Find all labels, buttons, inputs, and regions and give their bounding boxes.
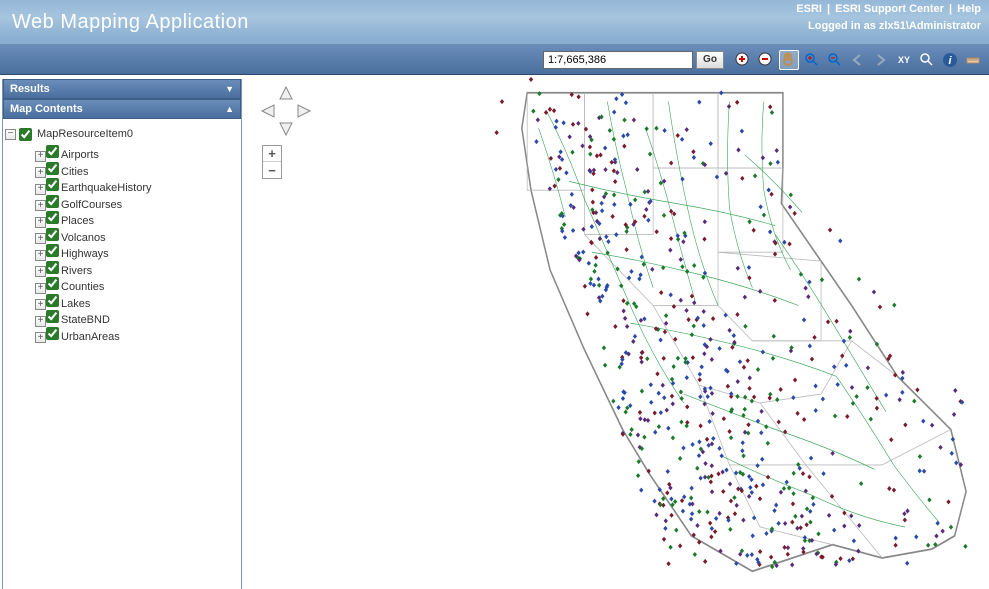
- login-status: Logged in as zlx51\Administrator: [808, 20, 981, 32]
- contents-panel-header[interactable]: Map Contents ▲: [3, 99, 241, 119]
- layer-label[interactable]: Highways: [61, 248, 109, 260]
- layer-label[interactable]: Counties: [61, 281, 104, 293]
- layer-checkbox[interactable]: [46, 228, 59, 241]
- layer-checkbox[interactable]: [46, 277, 59, 290]
- zoom-out-icon[interactable]: [756, 50, 776, 70]
- tree-layer: + Highways: [35, 244, 239, 261]
- tree-layer: + EarthquakeHistory: [35, 178, 239, 195]
- zoom-plus-button[interactable]: +: [263, 146, 281, 162]
- tree-layer: + GolfCourses: [35, 195, 239, 212]
- zoom-slider: + −: [262, 145, 282, 179]
- side-panel: Results ▼ Map Contents ▲ − MapResourceIt…: [2, 79, 242, 589]
- chevron-down-icon: ▼: [225, 84, 234, 94]
- xy-icon[interactable]: XY: [894, 50, 914, 70]
- collapse-icon[interactable]: −: [5, 129, 16, 140]
- header-links: ESRI | ESRI Support Center | Help: [796, 3, 981, 15]
- expand-icon[interactable]: +: [35, 283, 46, 294]
- layer-label[interactable]: EarthquakeHistory: [61, 182, 152, 194]
- tree-layer: + Airports: [35, 145, 239, 162]
- root-checkbox[interactable]: [19, 128, 32, 141]
- expand-icon[interactable]: +: [35, 217, 46, 228]
- tree-layer: + Cities: [35, 162, 239, 179]
- link-support[interactable]: ESRI Support Center: [835, 3, 944, 15]
- toolbar: Go XY i: [0, 45, 989, 75]
- tree-layer: + Volcanos: [35, 228, 239, 245]
- go-button[interactable]: Go: [696, 51, 724, 69]
- tree-layer: + Rivers: [35, 261, 239, 278]
- expand-icon[interactable]: +: [35, 184, 46, 195]
- layer-checkbox[interactable]: [46, 195, 59, 208]
- layer-label[interactable]: Volcanos: [61, 232, 106, 244]
- info-icon[interactable]: i: [940, 50, 960, 70]
- chevron-up-icon: ▲: [225, 104, 234, 114]
- layer-label[interactable]: GolfCourses: [61, 199, 122, 211]
- layer-label[interactable]: Rivers: [61, 265, 92, 277]
- tree-layer: + Counties: [35, 277, 239, 294]
- tree-layer: + Places: [35, 211, 239, 228]
- expand-icon[interactable]: +: [35, 266, 46, 277]
- layer-checkbox[interactable]: [46, 145, 59, 158]
- expand-icon[interactable]: +: [35, 250, 46, 261]
- layer-label[interactable]: Lakes: [61, 298, 90, 310]
- tree-root: − MapResourceItem0: [5, 123, 239, 145]
- layer-checkbox[interactable]: [46, 178, 59, 191]
- expand-icon[interactable]: +: [35, 200, 46, 211]
- expand-icon[interactable]: +: [35, 299, 46, 310]
- app-header: Web Mapping Application ESRI | ESRI Supp…: [0, 0, 989, 45]
- pan-icon[interactable]: [779, 50, 799, 70]
- map-canvas[interactable]: [302, 75, 989, 589]
- map-view[interactable]: + −: [242, 75, 989, 589]
- layer-checkbox[interactable]: [46, 244, 59, 257]
- results-panel-header[interactable]: Results ▼: [3, 79, 241, 99]
- tree-layer: + StateBND: [35, 310, 239, 327]
- layer-label[interactable]: Places: [61, 215, 94, 227]
- layer-checkbox[interactable]: [46, 162, 59, 175]
- zoom-in-icon[interactable]: [733, 50, 753, 70]
- link-esri[interactable]: ESRI: [796, 3, 822, 15]
- layer-checkbox[interactable]: [46, 327, 59, 340]
- app-title: Web Mapping Application: [12, 11, 249, 34]
- tree-layer: + Lakes: [35, 294, 239, 311]
- tree-layer: + UrbanAreas: [35, 327, 239, 344]
- expand-icon[interactable]: +: [35, 151, 46, 162]
- layer-label[interactable]: Cities: [61, 166, 89, 178]
- next-extent-icon[interactable]: [871, 50, 891, 70]
- layer-checkbox[interactable]: [46, 294, 59, 307]
- layer-checkbox[interactable]: [46, 310, 59, 323]
- expand-icon[interactable]: +: [35, 233, 46, 244]
- identify-icon[interactable]: [917, 50, 937, 70]
- layer-label[interactable]: UrbanAreas: [61, 331, 120, 343]
- expand-icon[interactable]: +: [35, 316, 46, 327]
- contents-panel-body: − MapResourceItem0 + Airports + Cities + Eart…: [3, 119, 241, 589]
- expand-icon[interactable]: +: [35, 167, 46, 178]
- scale-input[interactable]: [543, 51, 693, 69]
- link-help[interactable]: Help: [957, 3, 981, 15]
- layer-checkbox[interactable]: [46, 261, 59, 274]
- layer-label[interactable]: StateBND: [61, 314, 110, 326]
- zoom-out-tool-icon[interactable]: [825, 50, 845, 70]
- layer-label[interactable]: Airports: [61, 149, 99, 161]
- zoom-in-tool-icon[interactable]: [802, 50, 822, 70]
- zoom-minus-button[interactable]: −: [263, 162, 281, 178]
- expand-icon[interactable]: +: [35, 332, 46, 343]
- layer-checkbox[interactable]: [46, 211, 59, 224]
- measure-icon[interactable]: [963, 50, 983, 70]
- prev-extent-icon[interactable]: [848, 50, 868, 70]
